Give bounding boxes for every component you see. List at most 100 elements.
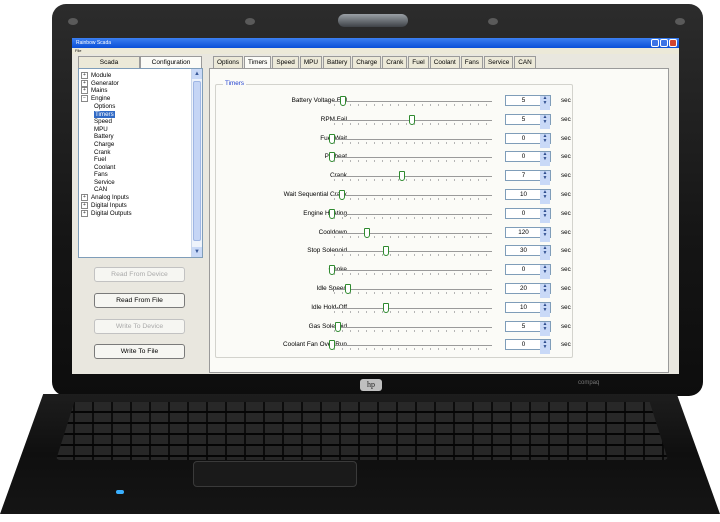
timer-slider-track[interactable] [332,307,492,309]
timer-spinbox[interactable]: 5 ▲ ▼ [505,113,551,129]
tab-timers[interactable]: Timers [244,56,272,68]
timer-value[interactable]: 0 [506,209,541,219]
timer-value[interactable]: 0 [506,152,541,162]
tab-fans[interactable]: Fans [460,56,483,68]
timer-slider-thumb[interactable] [329,340,335,351]
tab-configuration[interactable]: Configuration [140,56,202,68]
timer-spinbox[interactable]: 0 ▲ ▼ [505,151,551,167]
tab-options[interactable]: Options [213,56,244,68]
spin-down-icon[interactable]: ▼ [540,232,550,242]
timer-spinbox[interactable]: 30 ▲ ▼ [505,245,551,261]
expand-icon[interactable]: + [81,79,88,87]
timer-slider-thumb[interactable] [364,227,371,238]
timer-value[interactable]: 7 [506,171,541,181]
spin-down-icon[interactable]: ▼ [540,307,550,317]
timer-slider-track[interactable] [332,138,492,140]
tree-item[interactable]: + Generator [81,79,189,88]
timer-slider-track[interactable] [332,101,492,102]
timer-row: Preheat0▲▼sec [72,149,679,167]
scroll-up-icon[interactable]: ▲ [192,69,202,79]
timer-value[interactable]: 0 [506,265,541,275]
spin-down-icon[interactable]: ▼ [540,138,550,148]
tab-can[interactable]: CAN [514,56,536,68]
timer-slider-thumb[interactable] [345,284,351,294]
spin-down-icon[interactable]: ▼ [540,157,550,167]
spin-down-icon[interactable]: ▼ [540,326,550,336]
timer-spinbox[interactable]: 0 ▲ ▼ [505,207,551,223]
timer-slider-track[interactable] [332,195,492,196]
tab-service[interactable]: Service [483,56,514,68]
timer-slider-thumb[interactable] [329,133,335,144]
timer-value[interactable]: 20 [506,284,541,294]
timer-value[interactable]: 10 [506,190,541,200]
timer-slider-track[interactable] [332,157,492,159]
timer-slider-track[interactable] [332,176,492,178]
timer-value[interactable]: 30 [506,246,541,256]
tab-coolant[interactable]: Coolant [429,56,460,68]
tab-speed[interactable]: Speed [272,56,299,68]
timer-slider-thumb[interactable] [329,152,335,163]
timer-slider-thumb[interactable] [335,321,342,332]
tab-fuel[interactable]: Fuel [408,56,429,68]
timer-slider-track[interactable] [332,345,492,347]
timer-slider-thumb[interactable] [409,114,415,125]
timer-value[interactable]: 120 [506,228,541,238]
timer-spinbox[interactable]: 0 ▲ ▼ [505,339,551,355]
spin-down-icon[interactable]: ▼ [540,289,550,298]
tab-crank[interactable]: Crank [382,56,408,68]
timer-value[interactable]: 0 [506,340,541,350]
engine-tab-strip: Options Timers Speed MPU Battery Charge Crank F… [213,56,537,68]
timer-spinbox[interactable]: 0 ▲ ▼ [505,264,551,280]
model-label: compaq [578,380,600,386]
timer-spinbox[interactable]: 10 ▲ ▼ [505,189,551,204]
timer-unit: sec [561,341,571,349]
tab-scada[interactable]: Scada [78,56,140,68]
timer-spinbox[interactable]: 0 ▲ ▼ [505,132,551,148]
spin-down-icon[interactable]: ▼ [540,213,550,223]
timer-value[interactable]: 5 [506,115,541,125]
timer-slider-thumb[interactable] [383,302,390,313]
spin-down-icon[interactable]: ▼ [540,345,550,355]
tab-battery[interactable]: Battery [323,56,352,68]
bezel-dot-icon [245,18,255,25]
minimize-icon[interactable] [651,39,659,47]
maximize-icon[interactable] [660,39,668,47]
spin-down-icon[interactable]: ▼ [540,176,550,186]
timer-spinbox[interactable]: 5 ▲ ▼ [505,320,551,336]
timer-slider-track[interactable] [332,251,492,253]
timer-value[interactable]: 5 [506,96,541,106]
group-title: Timers [223,80,247,87]
spin-down-icon[interactable]: ▼ [540,101,550,110]
timer-slider-track[interactable] [332,289,492,290]
close-icon[interactable] [669,39,677,47]
timer-slider-track[interactable] [332,232,492,234]
timer-spinbox[interactable]: 5 ▲ ▼ [505,95,551,110]
spin-down-icon[interactable]: ▼ [540,195,550,204]
timer-row: Choke0▲▼sec [72,262,679,280]
timer-slider-track[interactable] [332,270,492,272]
timer-slider-thumb[interactable] [338,190,345,200]
expand-icon[interactable]: + [81,72,88,79]
timer-spinbox[interactable]: 20 ▲ ▼ [505,283,551,298]
spin-down-icon[interactable]: ▼ [540,251,550,261]
timer-row: Wait Sequential Crank 10 ▲ ▼ sec [72,187,679,204]
timer-slider-thumb[interactable] [340,96,347,106]
timer-spinbox[interactable]: 120 ▲ ▼ [505,226,551,242]
tab-charge[interactable]: Charge [352,56,382,68]
timer-spinbox[interactable]: 7 ▲ ▼ [505,170,551,186]
timer-slider-thumb[interactable] [329,265,335,276]
spin-down-icon[interactable]: ▼ [540,119,550,129]
spin-down-icon[interactable]: ▼ [540,270,550,280]
timer-value[interactable]: 10 [506,303,541,313]
timer-slider-thumb[interactable] [329,208,335,219]
timer-slider-track[interactable] [332,213,492,215]
timer-value[interactable]: 5 [506,322,541,332]
timer-value[interactable]: 0 [506,134,541,144]
timer-spinbox[interactable]: 10 ▲ ▼ [505,301,551,317]
tab-mpu[interactable]: MPU [299,56,323,68]
timer-slider-track[interactable] [332,326,492,328]
bezel-dot-icon [488,18,498,25]
menu-file[interactable]: File [75,48,81,53]
slider-ticks [334,160,492,163]
tree-item[interactable]: + Module [81,72,189,80]
